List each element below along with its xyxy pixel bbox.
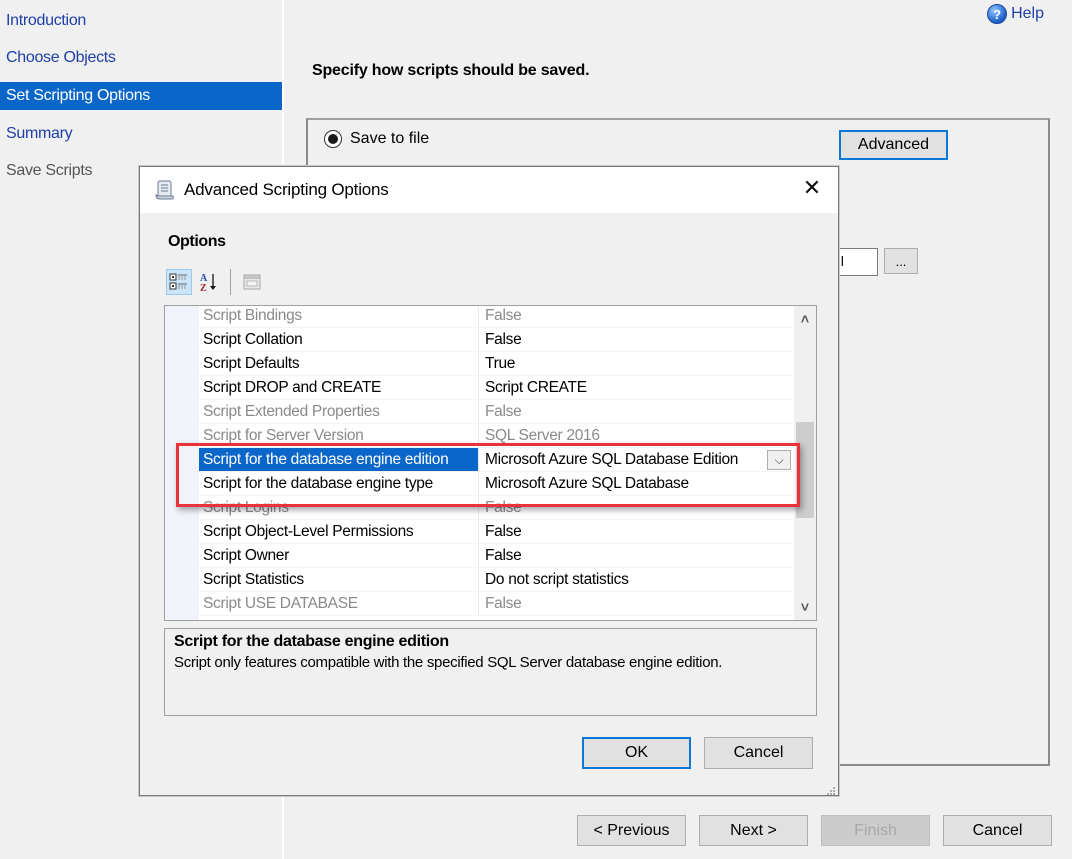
property-name: Script for the database engine edition [199, 448, 479, 471]
property-row[interactable]: Script for Server Version SQL Server 201… [199, 424, 793, 448]
nav-item-summary[interactable]: Summary [0, 120, 282, 148]
property-name: Script for the database engine type [199, 472, 479, 495]
property-row[interactable]: Script Object-Level Permissions False [199, 520, 793, 544]
property-value: SQL Server 2016 [485, 427, 600, 444]
property-row[interactable]: Script Owner False [199, 544, 793, 568]
dialog-title: Advanced Scripting Options [184, 180, 389, 199]
property-row[interactable]: Script for the database engine type Micr… [199, 472, 793, 496]
advanced-scripting-options-dialog: Advanced Scripting Options ✕ Options A Z [139, 166, 839, 796]
property-row[interactable]: Script Bindings False [199, 306, 793, 328]
chevron-down-icon[interactable]: ⌵ [767, 450, 791, 470]
nav-item-introduction[interactable]: Introduction [0, 7, 282, 35]
close-icon[interactable]: ✕ [800, 176, 824, 200]
property-value[interactable]: True [479, 352, 793, 375]
property-value[interactable]: False [479, 328, 793, 351]
save-to-file-radio[interactable]: Save to file [324, 130, 429, 148]
resize-grip-icon[interactable] [826, 783, 836, 795]
property-row[interactable]: Script Statistics Do not script statisti… [199, 568, 793, 592]
property-name: Script Statistics [199, 568, 479, 591]
page-heading: Specify how scripts should be saved. [312, 62, 590, 79]
property-value: False [485, 499, 522, 516]
property-value: False [485, 403, 522, 420]
chevron-down-icon[interactable]: ˅ [794, 596, 816, 618]
property-row[interactable]: Script Defaults True [199, 352, 793, 376]
property-value[interactable]: Script CREATE [479, 376, 793, 399]
save-to-file-label: Save to file [350, 130, 430, 147]
previous-button[interactable]: < Previous [577, 815, 686, 846]
property-value: Microsoft Azure SQL Database Edition [485, 451, 739, 468]
property-grid-toolbar: A Z [166, 269, 265, 295]
property-name: Script USE DATABASE [199, 592, 479, 615]
options-label: Options [168, 233, 226, 250]
toolbar-separator [230, 269, 231, 295]
property-name: Script for Server Version [199, 424, 479, 447]
description-title: Script for the database engine edition [174, 633, 449, 650]
description-text: Script only features compatible with the… [174, 654, 723, 671]
property-name: Script Owner [199, 544, 479, 567]
property-value: False [485, 595, 522, 612]
property-pages-icon [239, 269, 265, 295]
property-name: Script Bindings [199, 306, 479, 327]
browse-button[interactable]: ... [884, 248, 918, 274]
grid-scrollbar[interactable]: ˄ ˅ [794, 306, 816, 620]
help-icon: ? [987, 4, 1008, 24]
property-row[interactable]: Script Extended Properties False [199, 400, 793, 424]
property-row[interactable]: Script DROP and CREATE Script CREATE [199, 376, 793, 400]
grid-gutter [165, 306, 199, 620]
engine-edition-select[interactable]: Microsoft Azure SQL Database Edition ⌵ [479, 448, 793, 471]
scrollbar-thumb[interactable] [796, 422, 814, 518]
property-value: False [485, 307, 522, 324]
property-name: Script Object-Level Permissions [199, 520, 479, 543]
property-name: Script Defaults [199, 352, 479, 375]
property-name: Script DROP and CREATE [199, 376, 479, 399]
help-link[interactable]: ? Help [987, 4, 1044, 24]
script-scroll-icon [154, 179, 176, 201]
next-button[interactable]: Next > [699, 815, 808, 846]
property-row[interactable]: Script Collation False [199, 328, 793, 352]
property-value[interactable]: Microsoft Azure SQL Database [479, 472, 793, 495]
property-grid: Script Bindings False Script Collation F… [164, 305, 817, 621]
nav-item-set-scripting-options[interactable]: Set Scripting Options [0, 82, 282, 110]
property-description-panel: Script for the database engine edition S… [164, 628, 817, 716]
advanced-button[interactable]: Advanced [839, 130, 948, 160]
dialog-titlebar[interactable]: Advanced Scripting Options ✕ [140, 167, 838, 213]
nav-item-choose-objects[interactable]: Choose Objects [0, 44, 282, 72]
cancel-wizard-button[interactable]: Cancel [943, 815, 1052, 846]
property-name: Script Extended Properties [199, 400, 479, 423]
cancel-button[interactable]: Cancel [704, 737, 813, 769]
property-row-selected[interactable]: Script for the database engine edition M… [199, 448, 793, 472]
property-value[interactable]: False [479, 544, 793, 567]
property-row[interactable]: Script USE DATABASE False [199, 592, 793, 616]
help-label: Help [1011, 5, 1044, 22]
property-value[interactable]: Do not script statistics [479, 568, 793, 591]
radio-button[interactable] [324, 130, 342, 148]
property-row[interactable]: Script Logins False [199, 496, 793, 520]
chevron-up-icon[interactable]: ˄ [794, 308, 816, 330]
finish-button: Finish [821, 815, 930, 846]
property-name: Script Logins [199, 496, 479, 519]
radio-selected-dot [328, 134, 338, 144]
property-name: Script Collation [199, 328, 479, 351]
ok-button[interactable]: OK [582, 737, 691, 769]
categorized-icon[interactable] [166, 269, 192, 295]
sort-alphabetical-icon[interactable]: A Z [196, 269, 222, 295]
svg-text:Z: Z [200, 283, 207, 293]
property-value[interactable]: False [479, 520, 793, 543]
